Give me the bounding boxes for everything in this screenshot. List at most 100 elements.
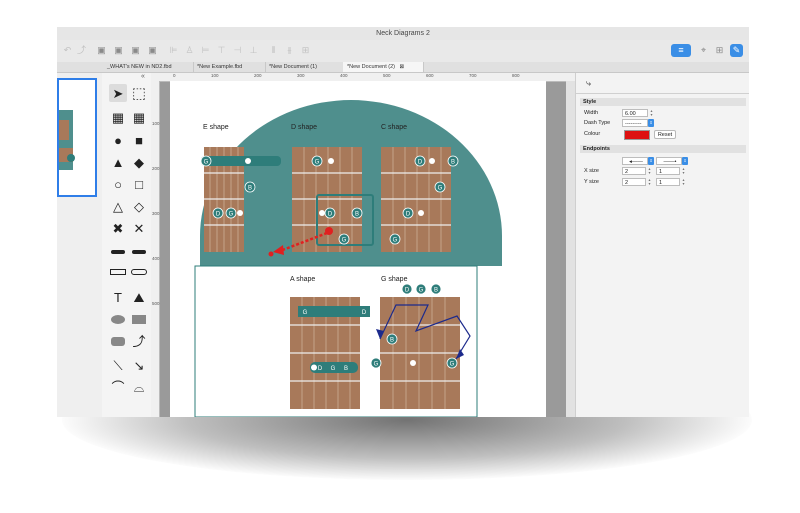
ellipse-tool-icon[interactable] <box>109 310 127 328</box>
cross-tool-icon[interactable]: ✖ <box>109 219 127 237</box>
group-icon[interactable]: ▣ <box>129 44 142 57</box>
start-endpoint-dropdown-icon[interactable]: ⇕ <box>648 157 654 165</box>
width-field[interactable]: 6.00 <box>622 109 648 117</box>
image-tool-icon[interactable]: ⛰ <box>130 288 148 306</box>
e-shape-barre[interactable] <box>201 156 281 166</box>
a-shape-barre[interactable] <box>298 306 370 317</box>
circle-tool-icon[interactable]: ○ <box>109 175 127 193</box>
end-endpoint-dropdown-icon[interactable]: ⇕ <box>682 157 688 165</box>
distribute-v-icon[interactable]: ⫵ <box>283 44 296 57</box>
tab-new-example[interactable]: *New Example.fbd <box>193 62 266 72</box>
align-middle-icon[interactable]: ⊣ <box>231 44 244 57</box>
text-tool-icon[interactable]: T <box>109 288 127 306</box>
document-tabs: _WHAT's NEW in ND2.fbd *New Example.fbd … <box>57 62 749 73</box>
collapse-palette-icon[interactable]: « <box>141 73 145 80</box>
rectangle-tool-icon[interactable] <box>130 310 148 328</box>
note-label: G <box>438 185 443 191</box>
e-shape-label: E shape <box>203 124 229 131</box>
grid-icon[interactable]: ⊞ <box>713 44 726 57</box>
filled-circle-tool-icon[interactable]: ● <box>109 131 127 149</box>
marquee-tool-icon[interactable]: ⬚ <box>130 84 148 102</box>
x-size-end-field[interactable]: 1 <box>656 167 680 175</box>
align-left-icon[interactable]: ⊫ <box>167 44 180 57</box>
rounded-bar-outline-tool-icon[interactable] <box>130 263 148 281</box>
tab-label: *New Document (1) <box>269 64 317 70</box>
diamond-tool-icon[interactable]: ◇ <box>130 197 148 215</box>
shape-tools-palette: « ➤ ⬚ ▦ ▦ ● ■ ▲ ◆ ○ □ △ ◇ ✖ ✕ T ⛰ ⤴ ⟍ ↘ … <box>102 73 152 417</box>
width-stepper[interactable]: ▴ ▾ <box>649 109 654 117</box>
line-properties-icon[interactable]: ⤷ <box>586 78 591 89</box>
align-bottom-icon[interactable]: ⊥ <box>247 44 260 57</box>
pointer-tool-icon[interactable]: ➤ <box>109 84 127 102</box>
ruler-tick: 200 <box>254 73 262 78</box>
tab-label: *New Document (2) <box>347 64 395 70</box>
y-size-end-field[interactable]: 1 <box>656 178 680 186</box>
window-title: Neck Diagrams 2 <box>376 30 430 37</box>
page-thumbnail[interactable] <box>57 78 97 197</box>
open-dot <box>245 158 251 164</box>
reset-button[interactable]: Reset <box>654 130 676 139</box>
colour-label: Colour <box>584 131 601 137</box>
chord-grid-tool-icon[interactable]: ▦ <box>130 108 148 126</box>
arrow-line-tool-icon[interactable]: ↘ <box>130 356 148 374</box>
tab-new-document-1[interactable]: *New Document (1) <box>265 62 344 72</box>
tab-whats-new[interactable]: _WHAT's NEW in ND2.fbd <box>103 62 194 72</box>
curve-tool-icon[interactable]: ⌒ <box>109 378 127 396</box>
x-size-start-field[interactable]: 2 <box>622 167 646 175</box>
x-size-start-stepper[interactable]: ▴ ▾ <box>647 167 652 175</box>
note-label: B <box>390 337 394 343</box>
tab-new-document-2[interactable]: *New Document (2) ⊠ <box>343 62 424 72</box>
align-right-icon[interactable]: ⊨ <box>199 44 212 57</box>
square-tool-icon[interactable]: □ <box>130 175 148 193</box>
connector-tool-icon[interactable]: ⤴ <box>130 332 148 350</box>
cross-outline-tool-icon[interactable]: ✕ <box>130 219 148 237</box>
note-label: D <box>328 211 333 217</box>
document-page[interactable]: E shape G B D G D shape G D B G C shape … <box>170 81 546 417</box>
dash-type-select[interactable]: --------- <box>622 119 648 127</box>
send-back-icon[interactable]: ▣ <box>112 44 125 57</box>
open-dot <box>429 158 435 164</box>
x-size-end-stepper[interactable]: ▴ ▾ <box>681 167 686 175</box>
colour-swatch[interactable] <box>624 130 650 140</box>
rounded-rect-tool-icon[interactable] <box>109 332 127 350</box>
bring-front-icon[interactable]: ▣ <box>95 44 108 57</box>
vertical-scrollbar[interactable] <box>566 81 575 417</box>
filled-diamond-tool-icon[interactable]: ◆ <box>130 153 148 171</box>
bar-tool-icon[interactable] <box>109 243 127 261</box>
edit-pencil-icon[interactable]: ✎ <box>730 44 743 57</box>
align-center-icon[interactable]: ♙ <box>183 44 196 57</box>
ruler-tick: 500 <box>383 73 391 78</box>
note-label: D <box>362 310 367 316</box>
y-size-start-stepper[interactable]: ▴ ▾ <box>647 178 652 186</box>
triangle-tool-icon[interactable]: △ <box>109 197 127 215</box>
same-size-icon[interactable]: ⊞ <box>299 44 312 57</box>
rounded-bar-tool-icon[interactable] <box>130 243 148 261</box>
main-toolbar: ↶ ⤴ ▣ ▣ ▣ ▣ ⊫ ♙ ⊨ ⊤ ⊣ ⊥ ⫴ ⫵ ⊞ ≡ ⌖ ⊞ ✎ <box>57 40 749 63</box>
start-endpoint-select[interactable]: ◂—— <box>622 157 648 165</box>
ruler-tick: 100 <box>211 73 219 78</box>
tab-close-icon[interactable]: ⊠ <box>400 64 405 70</box>
y-size-start-field[interactable]: 2 <box>622 178 646 186</box>
align-top-icon[interactable]: ⊤ <box>215 44 228 57</box>
arrow-start-handle[interactable] <box>268 251 274 257</box>
filled-triangle-tool-icon[interactable]: ▲ <box>109 153 127 171</box>
filled-square-tool-icon[interactable]: ■ <box>130 131 148 149</box>
binoculars-icon[interactable]: ⌖ <box>697 44 710 57</box>
y-size-end-stepper[interactable]: ▴ ▾ <box>681 178 686 186</box>
dash-type-dropdown-icon[interactable]: ⇕ <box>648 119 654 127</box>
fretboard-tool-icon[interactable]: ▦ <box>109 108 127 126</box>
line-tool-icon[interactable]: ⟍ <box>109 356 127 374</box>
note-label: G <box>393 237 398 243</box>
redo-icon[interactable]: ⤴ <box>75 44 88 57</box>
ungroup-icon[interactable]: ▣ <box>146 44 159 57</box>
arc-tool-icon[interactable]: ⌓ <box>130 378 148 396</box>
end-endpoint-select[interactable]: ——• <box>656 157 682 165</box>
open-dot <box>319 210 325 216</box>
distribute-h-icon[interactable]: ⫴ <box>267 44 280 57</box>
bar-outline-tool-icon[interactable] <box>109 263 127 281</box>
open-dot <box>311 364 317 371</box>
undo-icon[interactable]: ↶ <box>61 44 74 57</box>
inspector-toggle-icon[interactable]: ≡ <box>671 44 691 57</box>
width-label: Width <box>584 110 599 116</box>
d-shape-label: D shape <box>291 124 317 131</box>
